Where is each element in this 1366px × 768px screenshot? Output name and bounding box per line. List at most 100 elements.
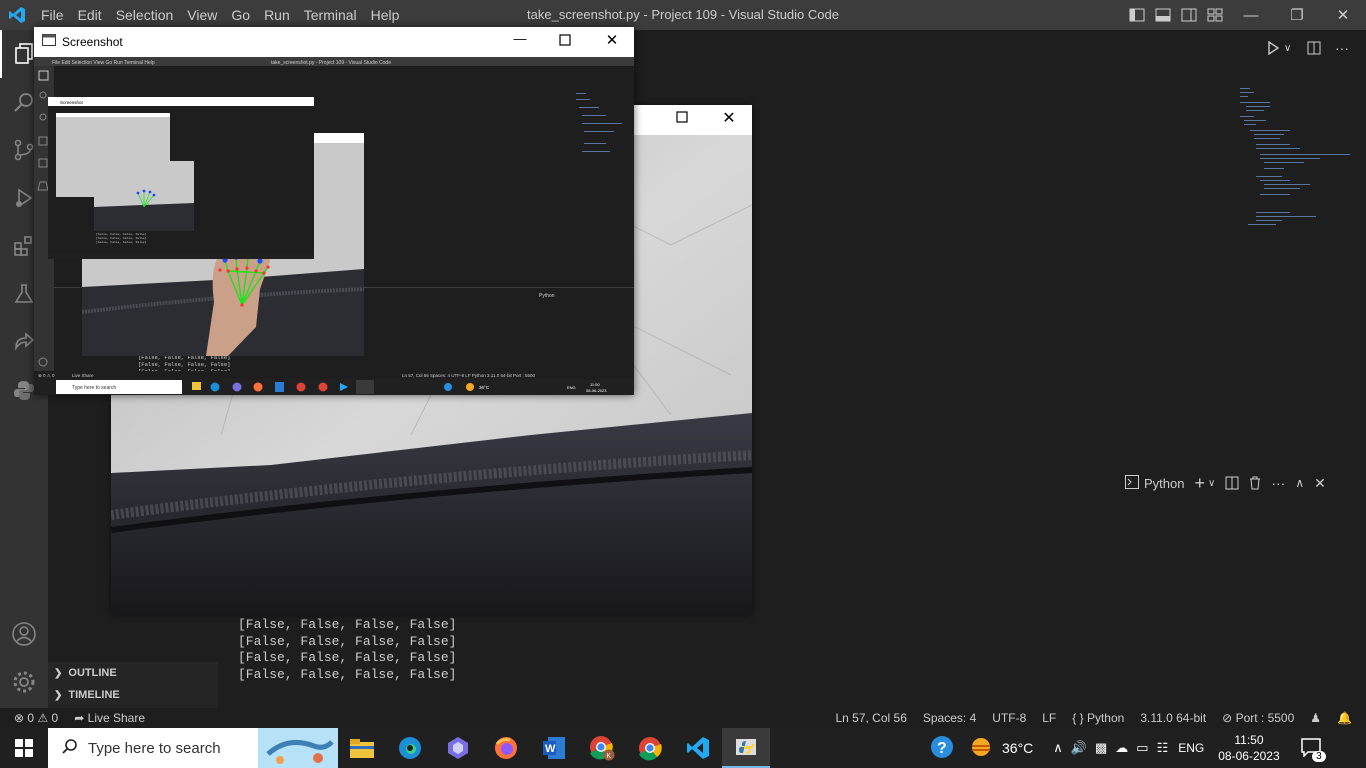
clock[interactable]: 11:50 08-06-2023 bbox=[1218, 732, 1279, 764]
screenshot-window-title: Screenshot bbox=[62, 35, 123, 49]
run-python-file-icon[interactable] bbox=[1262, 41, 1284, 55]
volume-icon[interactable]: 🔊 bbox=[1071, 740, 1087, 756]
windows-logo-icon bbox=[15, 739, 33, 757]
taskbar-edge-icon[interactable] bbox=[386, 728, 434, 768]
taskbar-file-explorer-icon[interactable] bbox=[338, 728, 386, 768]
minimap[interactable] bbox=[1236, 84, 1356, 244]
chevron-right-icon: ❯ bbox=[54, 667, 63, 679]
close-button[interactable]: ✕ bbox=[594, 31, 630, 49]
live-share-status[interactable]: ➦ Live Share bbox=[66, 711, 153, 725]
show-hidden-icons-chevron-up-icon[interactable]: ∧ bbox=[1053, 740, 1063, 756]
language-mode[interactable]: { } Python bbox=[1064, 711, 1132, 725]
menu-view[interactable]: View bbox=[180, 0, 224, 30]
python-interpreter[interactable]: 3.11.0 64-bit bbox=[1132, 711, 1214, 725]
inner-weather: 36°C bbox=[479, 385, 490, 390]
split-terminal-icon[interactable] bbox=[1225, 476, 1239, 490]
more-actions-icon[interactable]: ··· bbox=[1328, 40, 1356, 56]
restore-button[interactable]: ❐ bbox=[1274, 0, 1320, 30]
toggle-primary-sidebar-icon[interactable] bbox=[1124, 0, 1150, 30]
more-actions-icon[interactable]: ··· bbox=[1271, 475, 1285, 491]
meet-now-icon[interactable]: ▩ bbox=[1095, 740, 1107, 756]
svg-text:[False, False, False, False]: [False, False, False, False] bbox=[96, 236, 147, 240]
wifi-icon[interactable]: ☷ bbox=[1157, 740, 1169, 756]
menu-terminal[interactable]: Terminal bbox=[297, 0, 364, 30]
manage-gear-icon[interactable] bbox=[0, 658, 48, 706]
chevron-down-icon[interactable]: ∨ bbox=[1208, 478, 1215, 489]
svg-text:[False, False, False, False]: [False, False, False, False] bbox=[96, 232, 147, 236]
end-of-line[interactable]: LF bbox=[1034, 711, 1064, 725]
accounts-icon[interactable] bbox=[0, 610, 48, 658]
kill-terminal-trash-icon[interactable] bbox=[1249, 476, 1261, 490]
toggle-panel-icon[interactable] bbox=[1150, 0, 1176, 30]
terminal-output[interactable]: [False, False, False, False] [False, Fal… bbox=[238, 604, 456, 684]
help-question-icon[interactable]: ? bbox=[930, 735, 954, 762]
weather-sun-icon[interactable] bbox=[968, 736, 994, 761]
battery-icon[interactable]: ▭ bbox=[1136, 740, 1148, 756]
menu-selection[interactable]: Selection bbox=[109, 0, 181, 30]
onedrive-cloud-icon[interactable]: ☁ bbox=[1115, 740, 1128, 756]
new-terminal-plus-icon[interactable]: + bbox=[1194, 473, 1205, 494]
indentation[interactable]: Spaces: 4 bbox=[915, 711, 984, 725]
taskbar-firefox-icon[interactable] bbox=[482, 728, 530, 768]
encoding[interactable]: UTF-8 bbox=[984, 711, 1034, 725]
split-editor-icon[interactable] bbox=[1300, 41, 1328, 55]
chevron-right-icon: ❯ bbox=[54, 689, 63, 701]
taskbar-chrome-profile-k-icon[interactable]: K bbox=[578, 728, 626, 768]
screenshot-window[interactable]: Screenshot — ✕ File Edit Selection View … bbox=[34, 27, 634, 395]
outline-section[interactable]: ❯ OUTLINE bbox=[48, 662, 218, 684]
inner-date: 08-06-2023 bbox=[586, 388, 607, 393]
taskbar-chrome-icon[interactable] bbox=[626, 728, 674, 768]
warning-count: 0 bbox=[51, 711, 59, 725]
taskbar-copilot-icon[interactable] bbox=[434, 728, 482, 768]
error-count: 0 bbox=[27, 711, 35, 725]
taskbar-python-app-icon[interactable] bbox=[722, 728, 770, 768]
search-placeholder: Type here to search bbox=[88, 739, 221, 757]
menu-go[interactable]: Go bbox=[224, 0, 257, 30]
taskbar-vscode-icon[interactable] bbox=[674, 728, 722, 768]
live-share-label: Live Share bbox=[87, 711, 146, 725]
chevron-down-icon[interactable]: ∨ bbox=[1284, 43, 1300, 54]
minimize-button[interactable]: — bbox=[502, 31, 538, 46]
accounts-status-icon[interactable]: ♟ bbox=[1302, 711, 1329, 725]
toggle-secondary-sidebar-icon[interactable] bbox=[1176, 0, 1202, 30]
inner-search: Type here to search bbox=[72, 385, 116, 391]
weather-temperature[interactable]: 36°C bbox=[1002, 740, 1033, 756]
terminal-tab[interactable]: Python bbox=[1125, 474, 1184, 492]
editor-actions: ∨ ··· bbox=[1262, 36, 1356, 60]
menu-help[interactable]: Help bbox=[364, 0, 407, 30]
inner-time: 11:50 bbox=[590, 382, 600, 387]
start-button[interactable] bbox=[0, 728, 48, 768]
taskbar-word-icon[interactable]: W bbox=[530, 728, 578, 768]
notifications-bell-icon[interactable]: 🔔 bbox=[1329, 711, 1366, 725]
menu-run[interactable]: Run bbox=[257, 0, 297, 30]
terminal-line: [False, False, False, False] bbox=[238, 667, 457, 683]
vscode-logo-icon bbox=[0, 0, 34, 30]
clock-time: 11:50 bbox=[1234, 733, 1264, 747]
language-label: Python bbox=[1086, 711, 1125, 725]
live-server-port[interactable]: ⊘ Port : 5500 bbox=[1214, 711, 1302, 725]
clock-date: 08-06-2023 bbox=[1218, 749, 1280, 763]
svg-text:⊗ 0 ⚠ 0: ⊗ 0 ⚠ 0 bbox=[38, 373, 55, 378]
maximize-button[interactable] bbox=[666, 110, 698, 128]
inner-lang: ENG bbox=[567, 385, 576, 390]
close-button[interactable]: ✕ bbox=[711, 108, 747, 128]
input-language[interactable]: ENG bbox=[1178, 741, 1204, 755]
warning-icon: ⚠ bbox=[37, 711, 49, 725]
minimize-button[interactable]: — bbox=[1228, 0, 1274, 30]
search-highlight-illustration bbox=[258, 728, 338, 768]
maximize-button[interactable] bbox=[549, 33, 581, 51]
notification-center-icon[interactable]: 3 bbox=[1300, 737, 1326, 762]
menu-edit[interactable]: Edit bbox=[71, 0, 109, 30]
close-panel-icon[interactable]: ✕ bbox=[1314, 475, 1326, 492]
timeline-section[interactable]: ❯ TIMELINE bbox=[48, 684, 218, 706]
customize-layout-icon[interactable] bbox=[1202, 0, 1228, 30]
cursor-position[interactable]: Ln 57, Col 56 bbox=[827, 711, 914, 725]
error-icon: ⊗ bbox=[14, 711, 25, 725]
menu-file[interactable]: File bbox=[34, 0, 71, 30]
close-button[interactable]: ✕ bbox=[1320, 0, 1366, 30]
maximize-panel-chevron-up-icon[interactable]: ∧ bbox=[1295, 476, 1304, 490]
taskbar-search-box[interactable]: Type here to search bbox=[48, 728, 338, 768]
problems-status[interactable]: ⊗ 0 ⚠ 0 bbox=[0, 711, 66, 725]
screenshot-window-titlebar[interactable]: Screenshot — ✕ bbox=[34, 27, 634, 57]
window-app-icon bbox=[42, 33, 56, 51]
